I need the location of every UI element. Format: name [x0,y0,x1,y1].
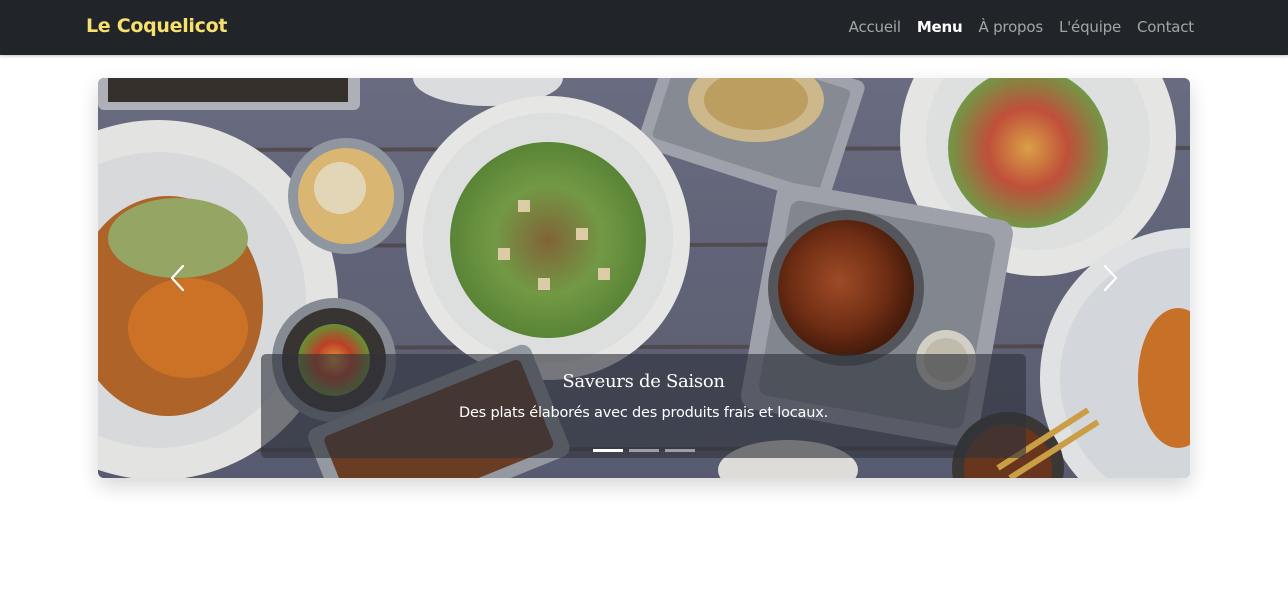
nav-link-accueil[interactable]: Accueil [849,18,901,36]
brand-logo[interactable]: Le Coquelicot [86,15,227,37]
carousel-indicator-2[interactable] [629,449,659,452]
nav-link-a-propos[interactable]: À propos [978,18,1043,36]
carousel-indicator-3[interactable] [665,449,695,452]
nav-links: Accueil Menu À propos L'équipe Contact [849,18,1195,36]
nav-link-equipe[interactable]: L'équipe [1059,18,1121,36]
chevron-right-icon [1103,264,1118,292]
chevron-left-icon [170,264,185,292]
carousel-next-button[interactable] [1030,78,1190,478]
nav-link-menu[interactable]: Menu [917,18,963,36]
nav-link-contact[interactable]: Contact [1137,18,1194,36]
navbar: Le Coquelicot Accueil Menu À propos L'éq… [0,0,1288,55]
caption-title: Saveurs de Saison [562,371,725,392]
carousel-caption: Saveurs de Saison Des plats élaborés ave… [261,354,1026,458]
carousel-indicator-1[interactable] [593,449,623,452]
caption-text: Des plats élaborés avec des produits fra… [459,405,828,421]
carousel-prev-button[interactable] [98,78,258,478]
carousel-indicators [98,449,1190,452]
food-carousel: Saveurs de Saison Des plats élaborés ave… [98,78,1190,478]
